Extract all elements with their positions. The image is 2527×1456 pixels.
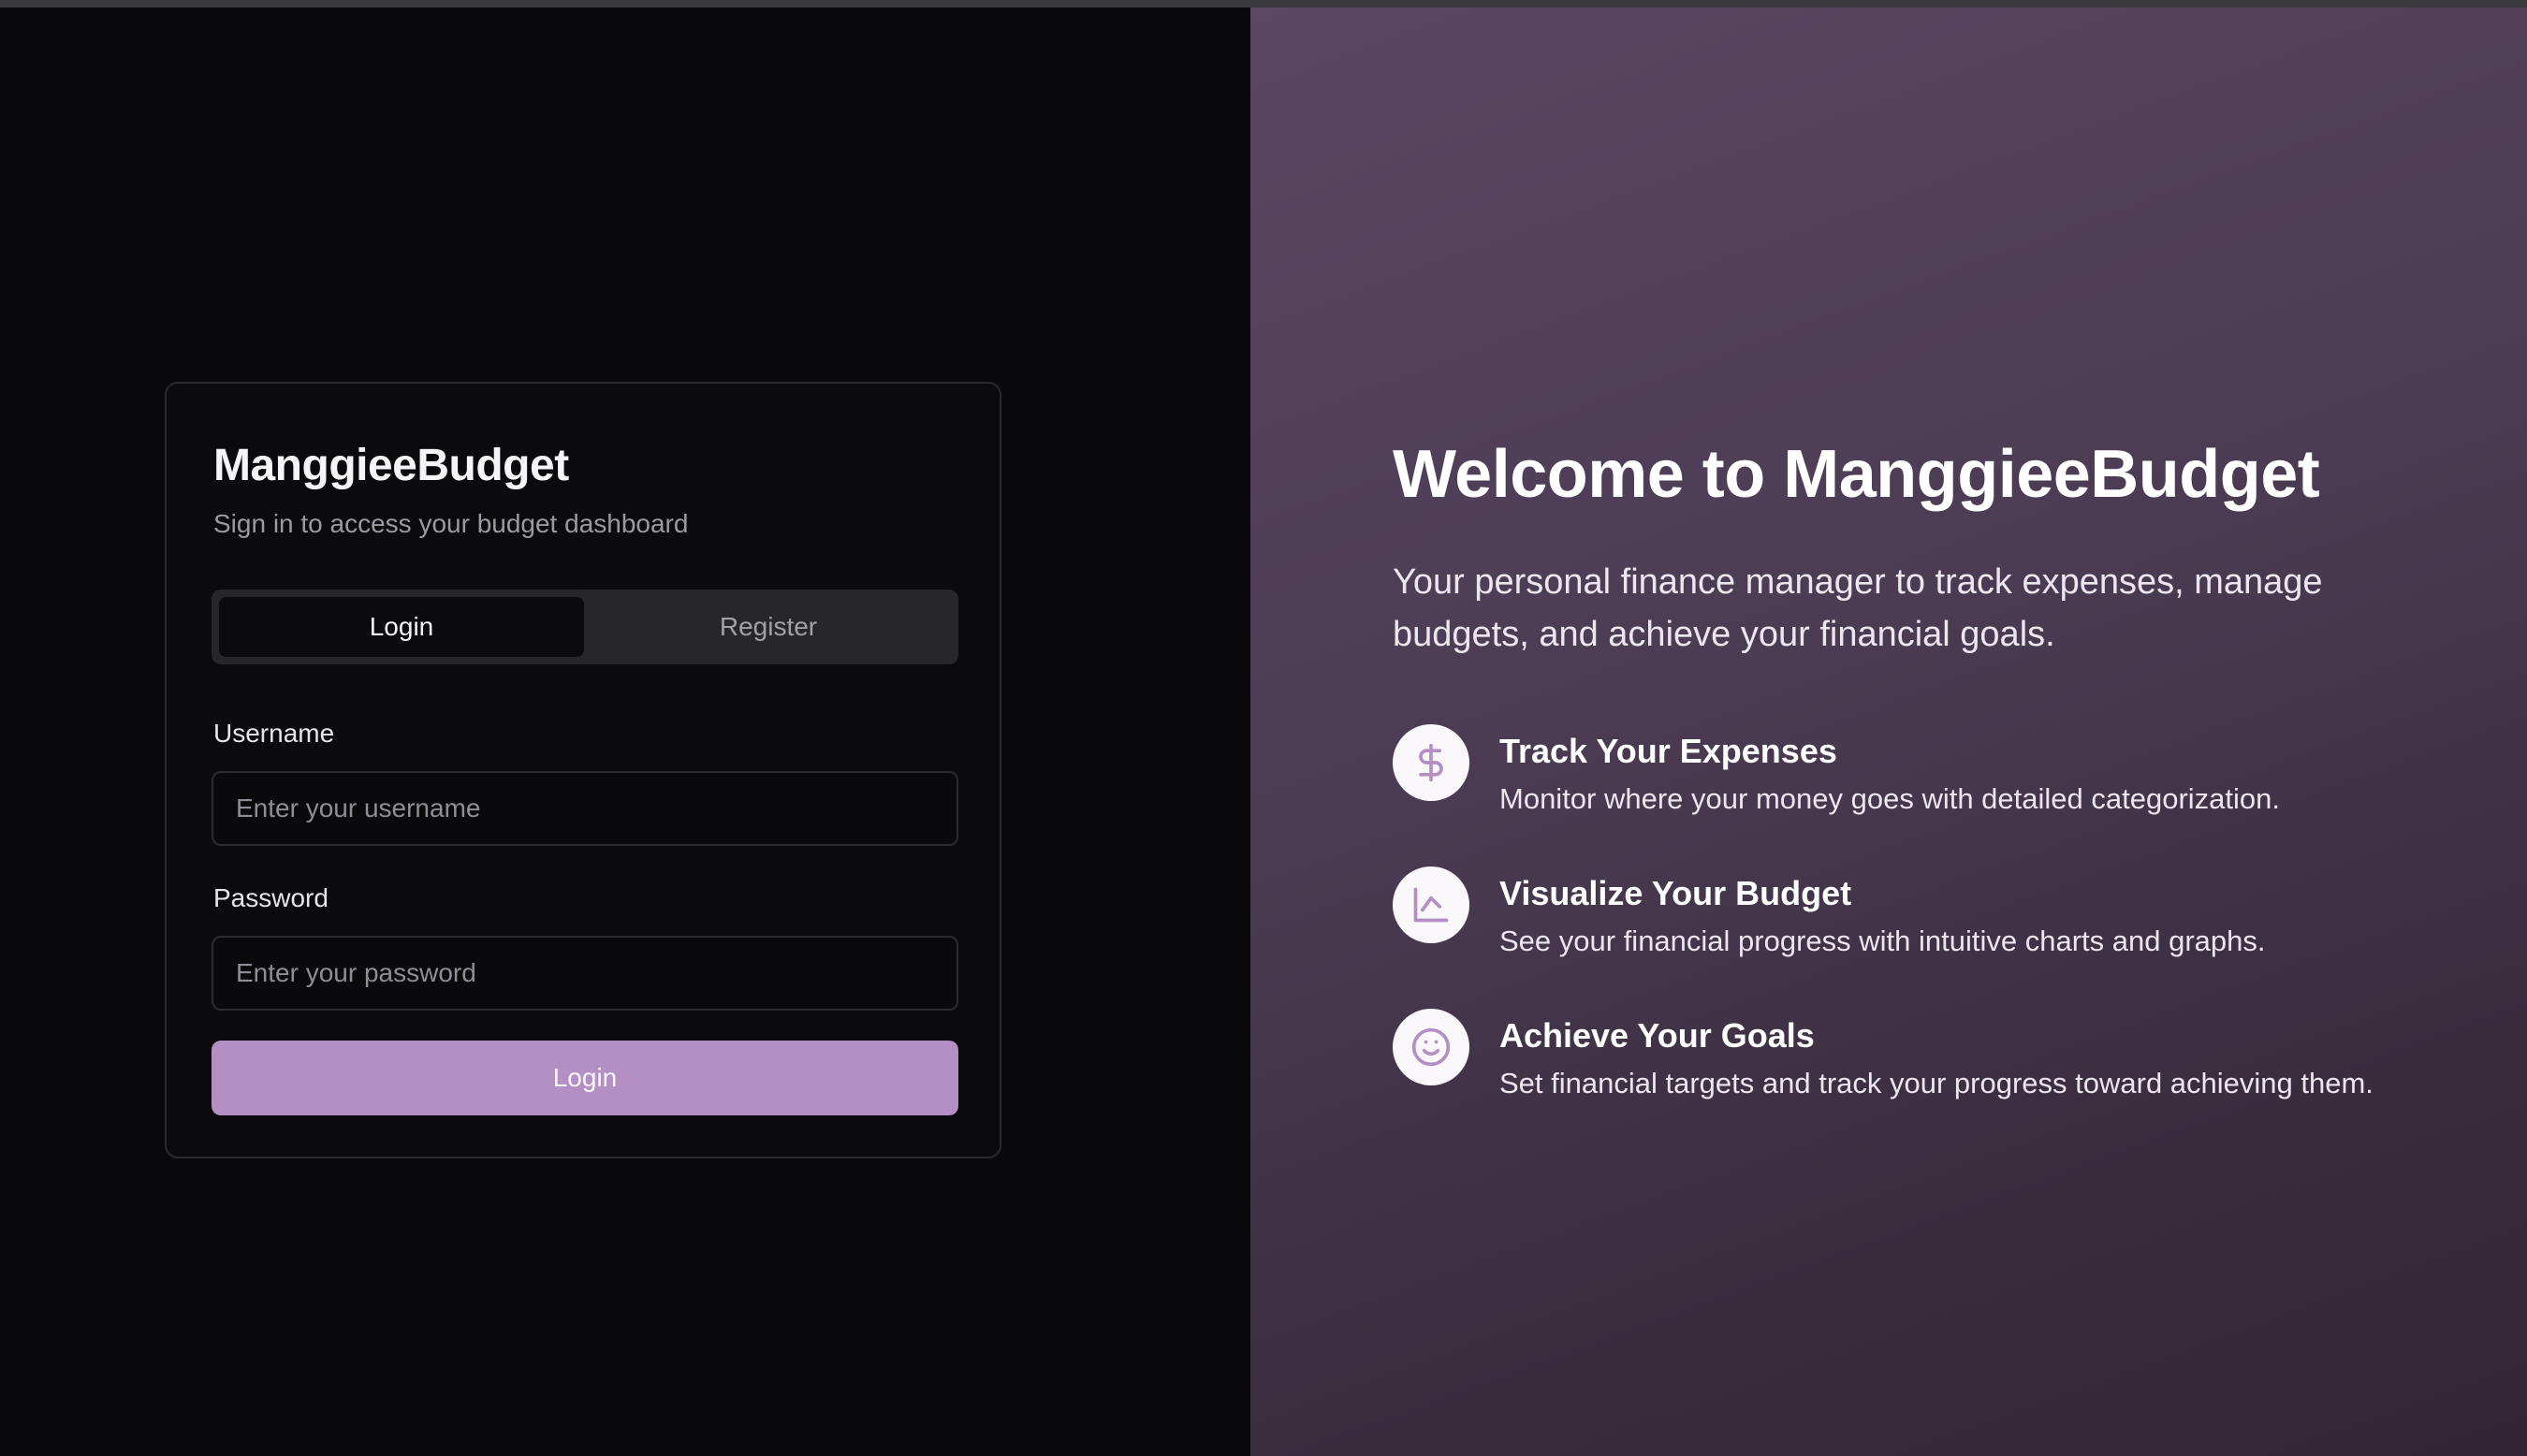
welcome-pane: Welcome to ManggieeBudget Your personal …	[1250, 7, 2527, 1456]
window-top-border	[0, 0, 2527, 7]
login-button[interactable]: Login	[212, 1041, 958, 1115]
username-label: Username	[213, 719, 335, 748]
brand-title: ManggieeBudget	[213, 441, 569, 490]
welcome-tagline: Your personal finance manager to track e…	[1393, 562, 2323, 654]
chart-icon	[1393, 866, 1469, 943]
tab-register[interactable]: Register	[586, 597, 951, 657]
feature-track-expenses: Track Your Expenses Monitor where your m…	[1393, 724, 2478, 827]
feature-description: See your financial progress with intuiti…	[1499, 925, 2266, 957]
login-subtitle: Sign in to access your budget dashboard	[213, 509, 689, 538]
password-label: Password	[213, 883, 329, 912]
feature-title: Visualize Your Budget	[1499, 874, 1852, 912]
login-pane: ManggieeBudget Sign in to access your bu…	[0, 7, 1250, 1456]
welcome-title: Welcome to ManggieeBudget	[1393, 437, 2320, 512]
feature-achieve-goals: Achieve Your Goals Set financial targets…	[1393, 1009, 2478, 1112]
feature-visualize-budget: Visualize Your Budget See your financial…	[1393, 866, 2478, 969]
feature-description: Monitor where your money goes with detai…	[1499, 782, 2281, 815]
smile-icon	[1393, 1009, 1469, 1085]
login-card: ManggieeBudget Sign in to access your bu…	[165, 382, 1001, 1158]
feature-title: Achieve Your Goals	[1499, 1016, 1815, 1055]
username-input[interactable]	[212, 771, 958, 846]
feature-description: Set financial targets and track your pro…	[1499, 1067, 2374, 1099]
auth-tabs: Login Register	[212, 590, 958, 664]
tab-login[interactable]: Login	[219, 597, 584, 657]
password-input[interactable]	[212, 936, 958, 1011]
feature-title: Track Your Expenses	[1499, 732, 1837, 770]
dollar-icon	[1393, 724, 1469, 801]
